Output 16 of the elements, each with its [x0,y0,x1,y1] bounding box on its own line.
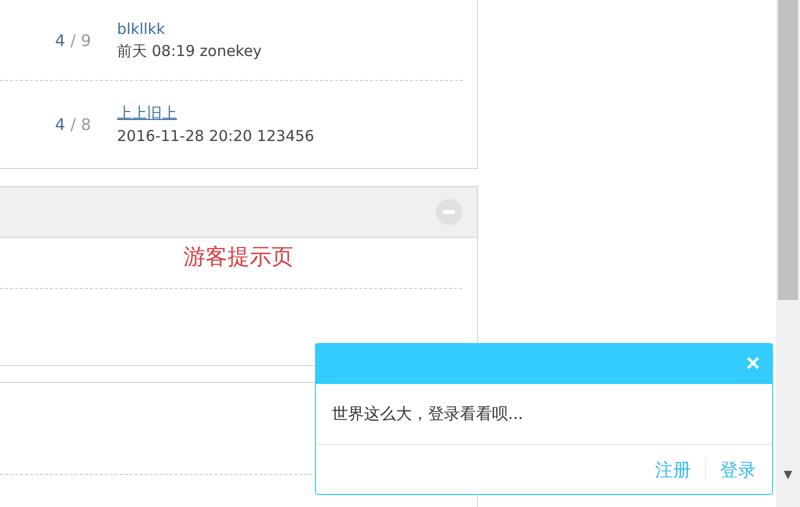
topic-link[interactable]: blkllkk [117,20,262,38]
count-separator: / [70,114,76,134]
collapse-icon[interactable] [436,199,462,225]
topic-meta: 2016-11-28 20:20 123456 [117,126,314,144]
scrollbar[interactable]: ▼ [776,0,800,507]
reply-count: 4 [55,114,66,134]
scrollbar-thumb[interactable] [778,0,798,300]
topic-meta: 前天 08:19 zonekey [117,42,262,60]
count-separator: / [70,30,76,50]
reply-count: 4 [55,30,66,50]
topic-link[interactable]: 上上旧上 [117,104,314,122]
guest-notice: 游客提示页 [184,244,294,272]
popup-message: 世界这么大，登录看看呗... [316,384,772,445]
view-count: 8 [80,114,91,134]
scroll-down-arrow[interactable]: ▼ [784,468,792,481]
view-count: 9 [80,30,91,50]
